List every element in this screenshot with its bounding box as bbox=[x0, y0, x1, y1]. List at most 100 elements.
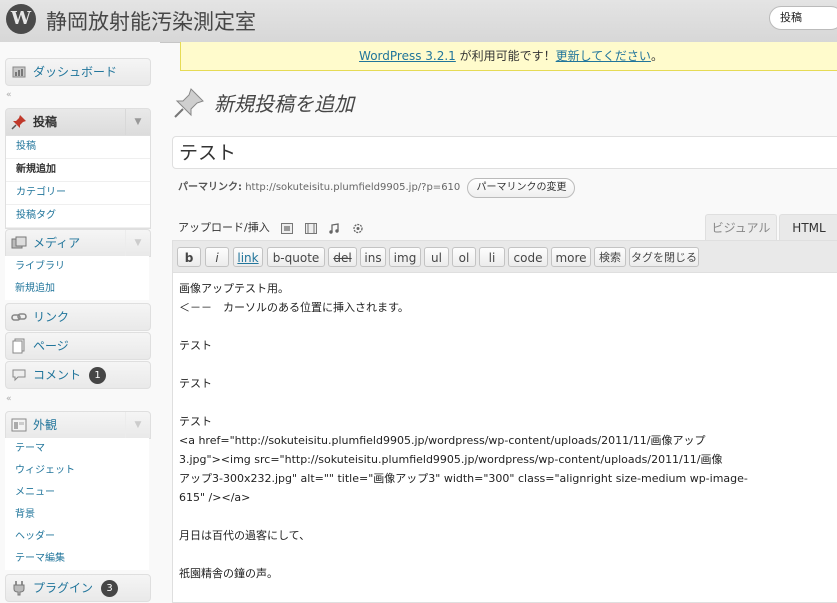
menu-pages[interactable]: ページ bbox=[5, 332, 151, 360]
appearance-icon bbox=[11, 418, 27, 432]
upload-insert-label: アップロード/挿入 bbox=[178, 221, 270, 234]
comments-count-badge: 1 bbox=[89, 367, 107, 384]
menu-label: メディア bbox=[33, 236, 81, 250]
menu-posts[interactable]: 投稿 ▼ bbox=[5, 108, 151, 136]
page-title: 新規投稿を追加 bbox=[214, 92, 354, 116]
submenu-item-library[interactable]: ライブラリ bbox=[5, 256, 149, 278]
submenu-item-widgets[interactable]: ウィジェット bbox=[5, 460, 149, 482]
favorite-actions-dropdown[interactable]: 投稿 bbox=[769, 6, 837, 30]
quicktag-close-tags-button[interactable]: タグを閉じる bbox=[629, 247, 699, 267]
triangle-down-icon[interactable]: ▼ bbox=[125, 412, 150, 438]
collapse-separator[interactable]: « bbox=[6, 90, 12, 100]
editor-line: 祇園精舎の鐘の声。 bbox=[179, 567, 278, 580]
submenu-appearance: テーマ ウィジェット メニュー 背景 ヘッダー テーマ編集 bbox=[5, 438, 149, 570]
add-media-gear-icon[interactable] bbox=[352, 223, 364, 234]
permalink-url[interactable]: http://sokuteisitu.plumfield9905.jp/?p=6… bbox=[245, 182, 460, 193]
submenu-item-posts[interactable]: 投稿 bbox=[6, 136, 150, 159]
pushpin-icon bbox=[174, 88, 204, 118]
quicktag-li-button[interactable]: li bbox=[479, 247, 505, 267]
submenu-item-header[interactable]: ヘッダー bbox=[5, 526, 149, 548]
tab-html[interactable]: HTML bbox=[779, 214, 837, 241]
pages-icon bbox=[12, 338, 25, 354]
menu-media[interactable]: メディア ▼ bbox=[5, 229, 151, 257]
admin-sidebar: ダッシュボード « 投稿 ▼ 投稿 新規追加 カテゴリー 投稿タグ メディア ▼… bbox=[0, 42, 160, 602]
quicktag-lookup-button[interactable]: 検索 bbox=[594, 247, 626, 267]
menu-label: プラグイン 3 bbox=[33, 575, 119, 601]
submenu-item-background[interactable]: 背景 bbox=[5, 504, 149, 526]
add-video-icon[interactable] bbox=[304, 222, 317, 234]
editor-line: 月日は百代の過客にして、 bbox=[179, 529, 311, 542]
add-audio-icon[interactable] bbox=[328, 222, 340, 234]
add-image-icon[interactable] bbox=[281, 222, 294, 234]
quicktag-code-button[interactable]: code bbox=[508, 247, 548, 267]
submenu-item-tags[interactable]: 投稿タグ bbox=[6, 205, 150, 228]
site-title[interactable]: 静岡放射能汚染測定室 bbox=[46, 6, 256, 36]
quicktag-link-button[interactable]: link bbox=[233, 247, 263, 267]
quicktag-blockquote-button[interactable]: b-quote bbox=[267, 247, 325, 267]
pushpin-icon bbox=[11, 115, 26, 130]
editor-line: テスト bbox=[179, 339, 212, 352]
wordpress-version-link[interactable]: WordPress 3.2.1 bbox=[359, 49, 456, 63]
editor-line: <a href="http://sokuteisitu.plumfield990… bbox=[179, 434, 706, 447]
media-icon bbox=[11, 236, 27, 249]
quicktag-ul-button[interactable]: ul bbox=[424, 247, 449, 267]
quicktag-ins-button[interactable]: ins bbox=[360, 247, 386, 267]
submenu-item-add-new[interactable]: 新規追加 bbox=[6, 159, 150, 182]
post-title-input[interactable]: テスト bbox=[172, 136, 837, 169]
quicktag-del-button[interactable]: del bbox=[328, 247, 357, 267]
menu-label: ダッシュボード bbox=[33, 65, 118, 79]
admin-header: W 静岡放射能汚染測定室 投稿 bbox=[0, 0, 837, 43]
quicktag-italic-button[interactable]: i bbox=[205, 247, 229, 267]
menu-plugins[interactable]: プラグイン 3 bbox=[5, 574, 151, 602]
triangle-down-icon[interactable]: ▼ bbox=[125, 109, 150, 135]
submenu-item-menus[interactable]: メニュー bbox=[5, 482, 149, 504]
change-permalink-button[interactable]: パーマリンクの変更 bbox=[467, 178, 576, 198]
comments-label: コメント bbox=[33, 368, 82, 382]
submenu-posts: 投稿 新規追加 カテゴリー 投稿タグ bbox=[5, 136, 151, 229]
submenu-item-themes[interactable]: テーマ bbox=[5, 438, 149, 460]
notice-end: 。 bbox=[650, 49, 663, 63]
quicktag-img-button[interactable]: img bbox=[389, 247, 421, 267]
tab-visual[interactable]: ビジュアル bbox=[705, 214, 777, 241]
menu-label: コメント 1 bbox=[33, 362, 107, 388]
menu-appearance[interactable]: 外観 ▼ bbox=[5, 411, 151, 439]
quicktag-bold-button[interactable]: b bbox=[177, 247, 201, 267]
menu-comments[interactable]: コメント 1 bbox=[5, 361, 151, 389]
menu-dashboard[interactable]: ダッシュボード bbox=[5, 58, 151, 86]
quicktag-more-button[interactable]: more bbox=[551, 247, 591, 267]
editor-line: ＜－－ カーソルのある位置に挿入されます。 bbox=[179, 301, 409, 314]
submenu-media: ライブラリ 新規追加 bbox=[5, 256, 149, 300]
speech-bubble-icon bbox=[12, 369, 26, 382]
editor-line: 画像アップテスト用。 bbox=[179, 282, 289, 295]
editor-line: 3.jpg"><img src="http://sokuteisitu.plum… bbox=[179, 453, 723, 466]
quicktag-ol-button[interactable]: ol bbox=[452, 247, 476, 267]
collapse-separator[interactable]: « bbox=[6, 394, 12, 404]
menu-label: リンク bbox=[33, 310, 70, 324]
wordpress-logo-icon[interactable]: W bbox=[6, 4, 36, 34]
media-buttons: アップロード/挿入 bbox=[178, 219, 364, 235]
triangle-down-icon[interactable]: ▼ bbox=[125, 230, 150, 256]
plugins-label: プラグイン bbox=[33, 581, 94, 595]
submenu-item-categories[interactable]: カテゴリー bbox=[6, 182, 150, 205]
editor-line: テスト bbox=[179, 377, 212, 390]
editor-line: テスト bbox=[179, 415, 212, 428]
menu-label: ページ bbox=[33, 339, 69, 353]
update-notice: WordPress 3.2.1 が利用可能です！更新してください。 bbox=[180, 42, 837, 71]
plugins-count-badge: 3 bbox=[101, 580, 119, 597]
post-content-textarea[interactable]: 画像アップテスト用。 ＜－－ カーソルのある位置に挿入されます。 テスト テスト… bbox=[172, 273, 837, 603]
permalink-row: パーマリンク: http://sokuteisitu.plumfield9905… bbox=[178, 178, 576, 198]
submenu-item-media-add-new[interactable]: 新規追加 bbox=[5, 278, 149, 300]
chain-link-icon bbox=[11, 313, 27, 321]
notice-text: が利用可能です！ bbox=[455, 49, 556, 63]
menu-label: 外観 bbox=[33, 418, 58, 432]
permalink-label: パーマリンク: bbox=[178, 182, 242, 193]
plug-icon bbox=[13, 581, 25, 596]
menu-label: 投稿 bbox=[33, 115, 58, 129]
submenu-item-theme-editor[interactable]: テーマ編集 bbox=[5, 548, 149, 570]
menu-links[interactable]: リンク bbox=[5, 303, 151, 331]
update-link[interactable]: 更新してください bbox=[556, 49, 651, 63]
